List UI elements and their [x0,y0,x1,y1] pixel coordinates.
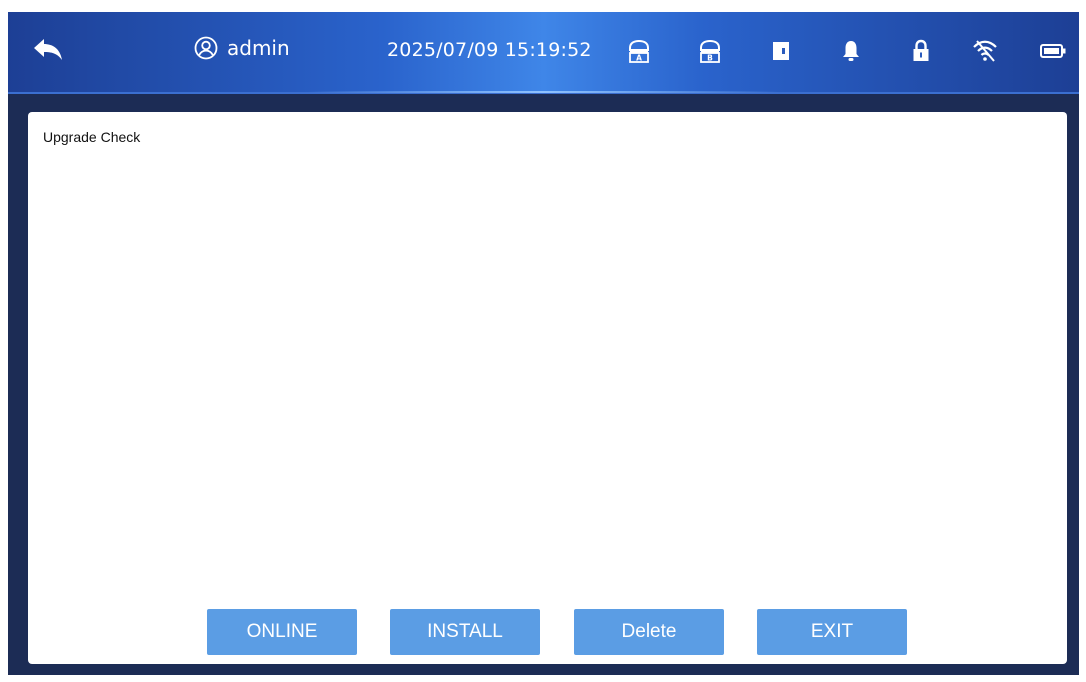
install-button[interactable]: INSTALL [390,609,540,655]
door-icon [773,42,789,60]
wifi-status [971,38,997,64]
username: admin [227,36,290,60]
sd-card-b-status: B [697,38,723,64]
alarm-bell-icon [843,41,859,61]
back-button[interactable] [30,34,66,70]
header-glow-line [308,91,779,93]
status-bar: admin 2025/07/09 15:19:52 A B [8,12,1079,94]
svg-text:B: B [707,54,713,63]
battery-icon [1040,44,1066,58]
lock-status [908,38,934,64]
sd-card-b-icon: B [700,39,720,63]
battery-status [1039,38,1066,64]
online-button[interactable]: ONLINE [207,609,357,655]
alarm-status [838,38,864,64]
door-status [768,38,794,64]
wifi-icon [973,40,997,62]
current-user: admin [194,36,290,60]
sd-card-a-status: A [626,38,652,64]
delete-button[interactable]: Delete [574,609,724,655]
user-icon [194,36,218,60]
panel-title: Upgrade Check [43,129,141,145]
upgrade-check-panel: Upgrade Check ONLINE INSTALL Delete EXIT [28,112,1067,664]
datetime: 2025/07/09 15:19:52 [387,39,592,61]
sd-card-a-icon: A [629,39,649,63]
exit-button[interactable]: EXIT [757,609,907,655]
device-screen: admin 2025/07/09 15:19:52 A B Upgrade Ch… [8,12,1079,675]
back-arrow-icon [34,39,62,60]
svg-text:A: A [636,54,642,63]
lock-icon [913,39,929,61]
